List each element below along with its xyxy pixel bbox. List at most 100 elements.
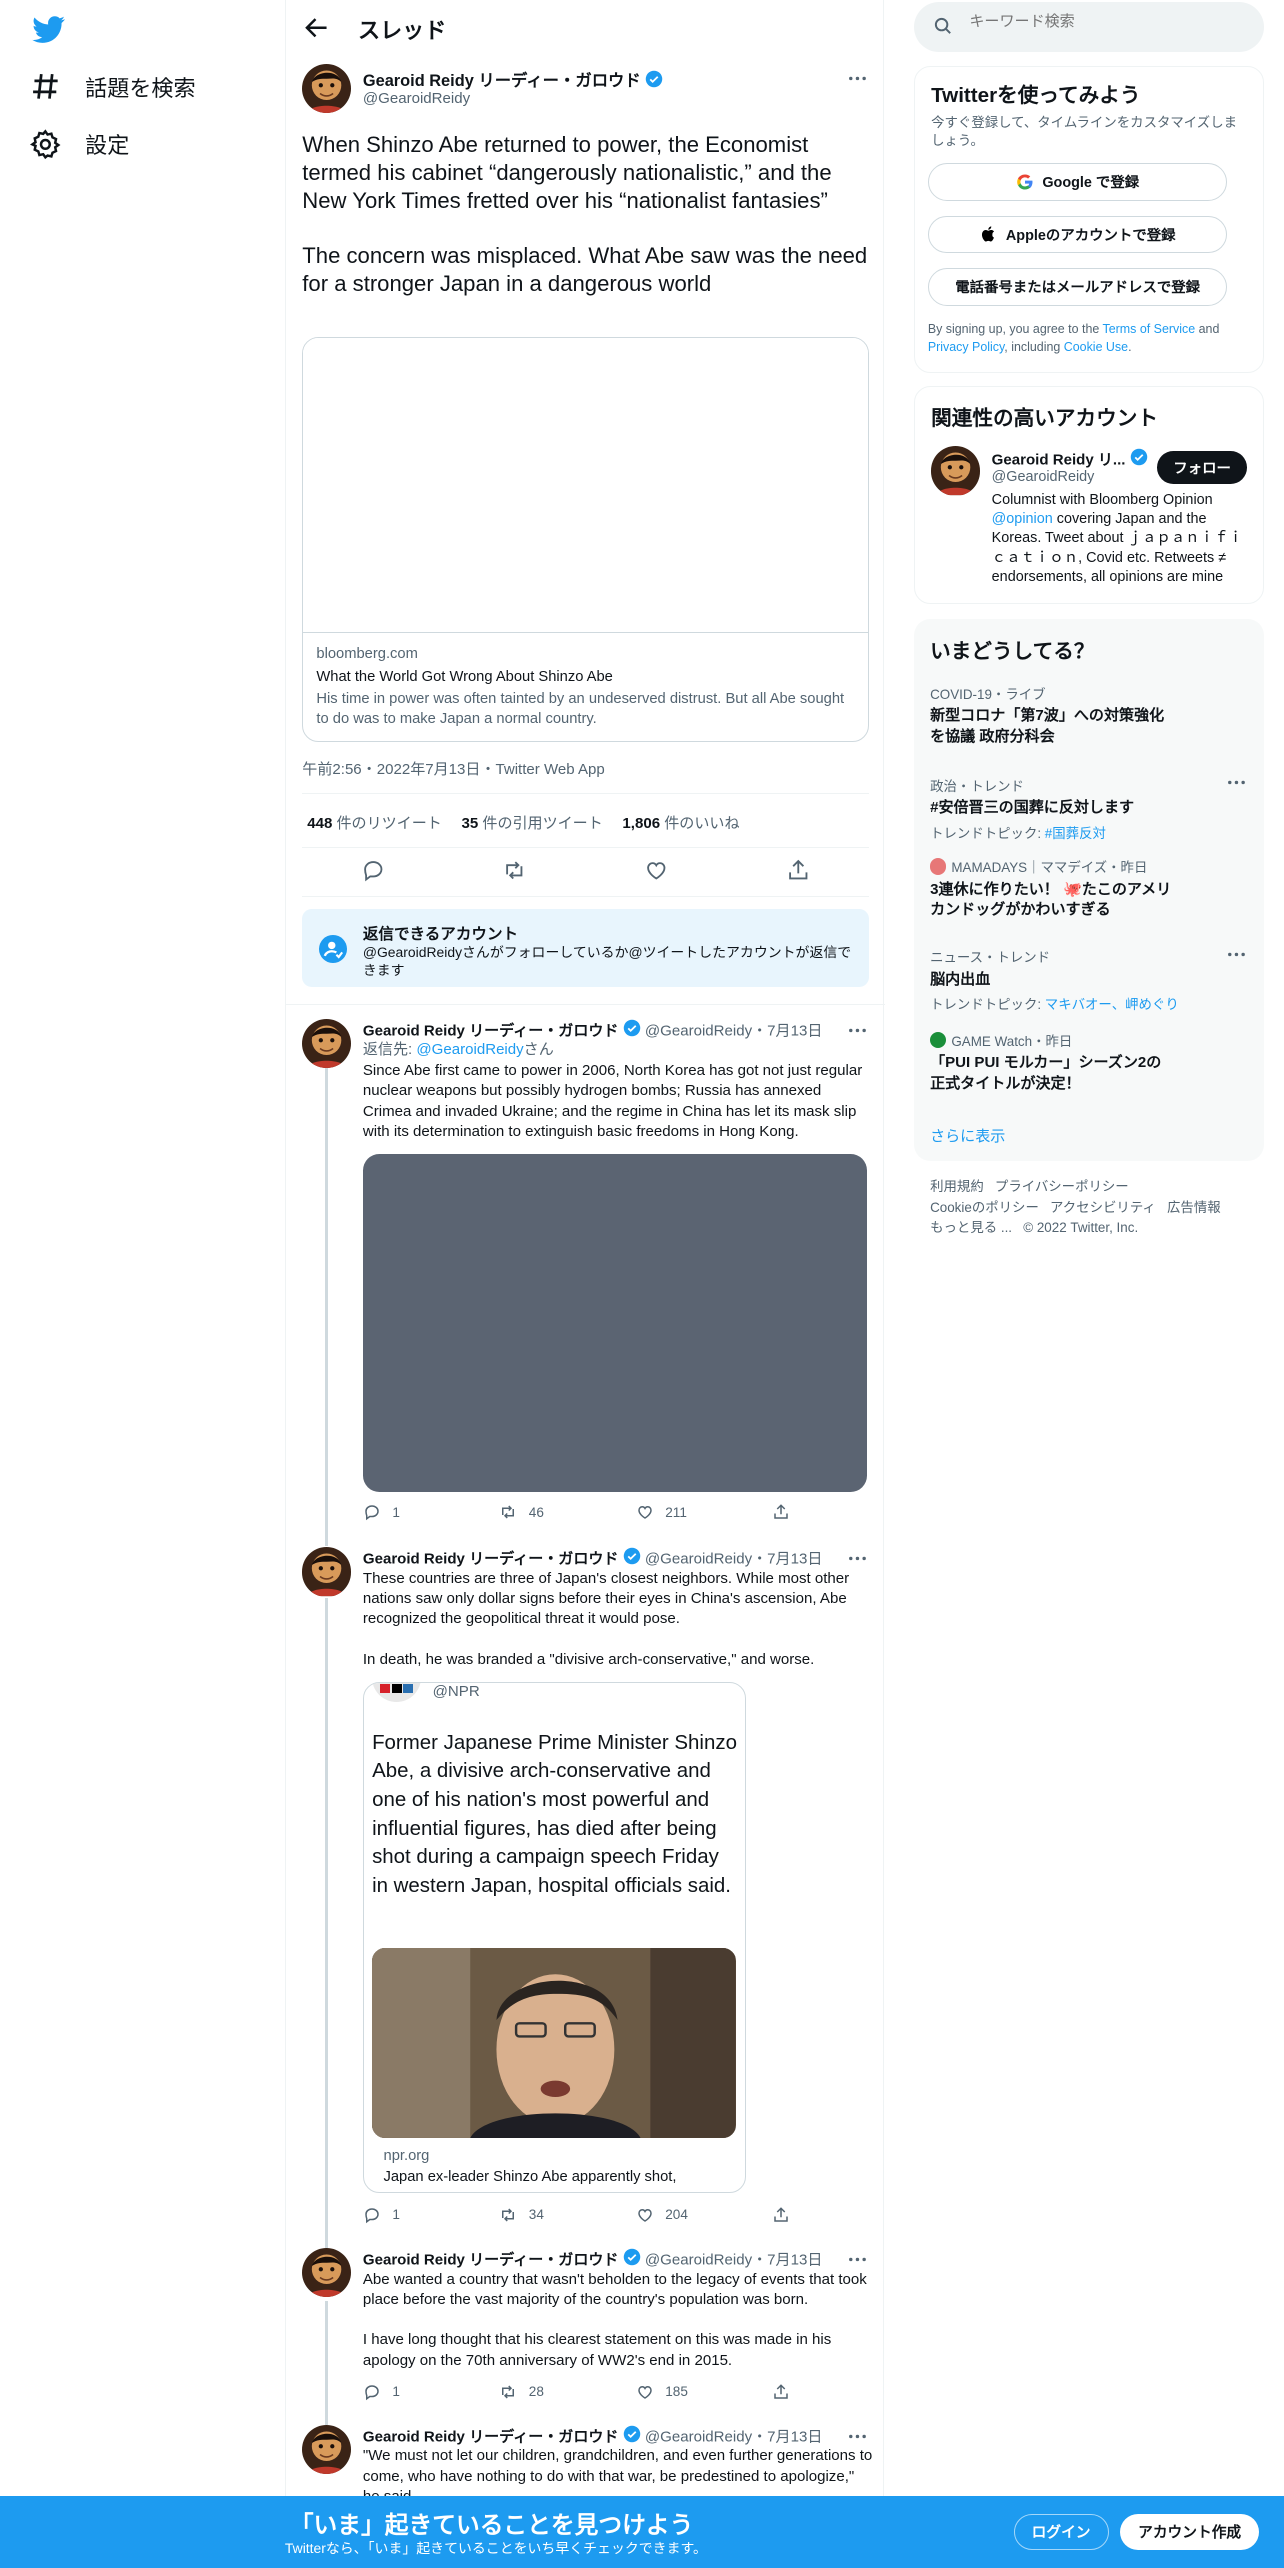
tweet-timestamp[interactable]: 午前2:56・2022年7月13日・Twitter Web App [302,758,604,779]
verified-badge-icon [623,2425,640,2443]
share-button[interactable] [772,2206,805,2224]
trend-title: 脳内出血 [930,970,991,988]
nav-settings[interactable]: 設定 [29,128,129,161]
tweet-media[interactable] [362,1154,868,1492]
related-account-name[interactable]: Gearoid Reidy リ... [992,448,1148,469]
search-icon [935,18,952,35]
signup-panel-title: Twitterを使ってみよう [931,83,1141,107]
trend-item[interactable]: ニュース・トレンド 脳内出血 トレンドトピック: マキバオー、岬めぐり [930,946,1251,1013]
more-options-icon[interactable] [846,1019,869,1042]
back-arrow-icon[interactable] [302,13,331,42]
avatar[interactable] [302,1547,352,1597]
reply-count: 1 [392,2384,400,2400]
reply-count: 1 [392,1504,400,1520]
share-button[interactable] [772,1503,805,1521]
quoted-tweet[interactable]: @NPR Former Japanese Prime Minister Shin… [362,1681,747,2193]
reply-icon[interactable] [361,858,386,883]
avatar[interactable] [302,2425,352,2475]
footer-terms-link[interactable]: 利用規約 [930,1179,984,1194]
reply-button[interactable]: 1 [363,1503,478,1521]
trend-topic-link[interactable]: マキバオー、岬めぐり [1045,997,1179,1012]
show-more-link[interactable]: さらに表示 [930,1125,1005,1146]
trend-item[interactable]: MAMADAYS｜ママデイズ・昨日 3連休に作りたい！ 🐙たこのアメリカンドッグ… [930,856,1251,920]
like-button[interactable]: 185 [636,2383,751,2401]
nav-explore[interactable]: 話題を検索 [29,70,196,103]
google-signup-button[interactable]: Google で登録 [927,163,1228,201]
retweet-button[interactable]: 34 [499,2206,614,2224]
reply-icon [365,2207,379,2223]
reply-button[interactable]: 1 [363,2206,478,2224]
related-account-handle[interactable]: @GearoidReidy [992,469,1095,485]
more-options-icon[interactable] [1225,771,1248,794]
create-account-button[interactable]: アカウント作成 [1120,2513,1260,2550]
link-preview-card[interactable]: bloomberg.com What the World Got Wrong A… [302,337,869,742]
terms-of-service-link[interactable]: Terms of Service [1103,322,1196,336]
retweet-button[interactable]: 46 [499,1503,614,1521]
trend-item[interactable]: COVID-19・ライブ 新型コロナ「第7波」への対策強化を協議 政府分科会 [930,683,1251,747]
trend-item[interactable]: GAME Watch・昨日 「PUI PUI モルカー」シーズン2の正式タイトル… [930,1030,1251,1094]
cookie-use-link[interactable]: Cookie Use [1064,340,1128,354]
avatar[interactable] [931,446,981,496]
reply-restriction-description: @GearoidReidyさんがフォローしているか@ツイートしたアカウントが返信… [362,944,852,979]
author-handle[interactable]: @GearoidReidy・7月13日 [645,1551,823,1568]
more-options-icon[interactable] [846,1547,869,1570]
avatar[interactable] [302,63,352,113]
footer-accessibility-link[interactable]: アクセシビリティ [1050,1200,1156,1215]
trend-subtitle-prefix: トレンドトピック: [930,825,1045,841]
follow-button[interactable]: フォロー [1157,451,1248,485]
reply-icon [365,2384,379,2400]
retweet-icon[interactable] [502,858,527,883]
author-handle[interactable]: @GearoidReidy・7月13日 [645,2429,823,2446]
retweet-count[interactable]: 448 件のリツイート [307,812,442,833]
tweet-header: Gearoid Reidy リーディー・ガロウド @GearoidReidy・7… [363,2425,823,2446]
avatar[interactable] [302,1018,352,1068]
author-handle[interactable]: @GearoidReidy [363,90,470,107]
like-button[interactable]: 204 [636,2206,751,2224]
twitter-logo-icon[interactable] [31,13,67,46]
more-options-icon[interactable] [846,2425,869,2448]
author-name[interactable]: Gearoid Reidy リーディー・ガロウド [363,1551,619,1568]
reply-to-link[interactable]: @GearoidReidy [416,1041,523,1058]
like-icon[interactable] [644,858,669,883]
author-name[interactable]: Gearoid Reidy リーディー・ガロウド [363,2252,619,2269]
avatar[interactable] [302,2248,352,2298]
footer-ads-link[interactable]: 広告情報 [1167,1200,1221,1215]
retweet-count-value: 448 [307,815,333,833]
author-name[interactable]: Gearoid Reidy リーディー・ガロウド [363,2429,619,2446]
footer-more-link[interactable]: もっと見る ... [930,1220,1012,1235]
apple-signup-button[interactable]: Appleのアカウントで登録 [927,215,1228,254]
reply-to-suffix: さん [523,1040,554,1058]
author-handle[interactable]: @GearoidReidy・7月13日 [645,1022,823,1039]
tweet-stats: 448 件のリツイート 35 件の引用ツイート 1,806 件のいいね [307,812,739,833]
reply-button[interactable]: 1 [363,2383,478,2401]
google-icon [1017,174,1033,190]
login-button[interactable]: ログイン [1013,2513,1109,2550]
footer-cookie-link[interactable]: Cookieのポリシー [930,1200,1039,1215]
person-icon [318,935,347,963]
more-options-icon[interactable] [846,67,869,90]
quoted-handle: @NPR [432,1682,480,1700]
trend-item[interactable]: 政治・トレンド #安倍晋三の国葬に反対します トレンドトピック: #国葬反対 [930,775,1251,842]
like-count[interactable]: 1,806 件のいいね [622,812,739,833]
trend-topic-link[interactable]: #国葬反対 [1045,826,1106,841]
author-name[interactable]: Gearoid Reidy リーディー・ガロウド [363,67,663,91]
author-name[interactable]: Gearoid Reidy リーディー・ガロウド [363,1022,619,1039]
quote-count[interactable]: 35 件の引用ツイート [461,812,602,833]
privacy-policy-link[interactable]: Privacy Policy [928,340,1004,354]
share-button[interactable] [772,2383,805,2401]
share-icon[interactable] [786,858,811,883]
retweet-button[interactable]: 28 [499,2383,614,2401]
like-button[interactable]: 211 [636,1503,751,1521]
search-input[interactable] [969,13,1248,31]
more-options-icon[interactable] [1225,943,1248,966]
footer-privacy-link[interactable]: プライバシーポリシー [995,1179,1129,1194]
verified-badge-icon [623,1019,640,1036]
tweet-text-paragraph: Abe wanted a country that wasn't beholde… [362,2270,867,2308]
phone-email-signup-button[interactable]: 電話番号またはメールアドレスで登録 [927,267,1228,306]
more-options-icon[interactable] [846,2248,869,2271]
bio-mention-link[interactable]: @opinion [992,511,1053,527]
tweet-actions [302,858,869,883]
nav-explore-label: 話題を検索 [85,75,196,101]
search-bar[interactable] [913,1,1265,53]
author-handle[interactable]: @GearoidReidy・7月13日 [645,2252,823,2269]
